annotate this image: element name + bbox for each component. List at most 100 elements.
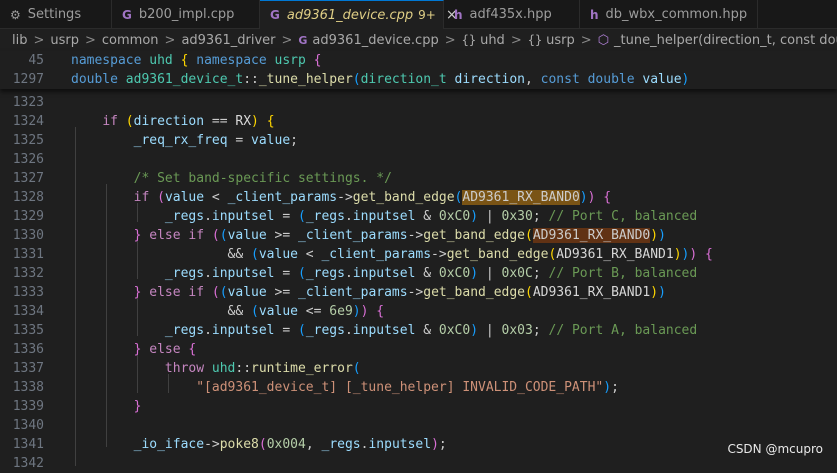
code-line[interactable]: 1340: [0, 416, 837, 435]
tab-settings[interactable]: ⚙ Settings: [0, 0, 112, 29]
breadcrumb-item[interactable]: usrp: [50, 33, 79, 48]
breadcrumb: lib > usrp > common > ad9361_driver > G …: [0, 29, 837, 51]
code-token: _regs: [164, 323, 205, 338]
breadcrumb-namespace-uhd[interactable]: uhd: [480, 33, 505, 48]
breadcrumb-item[interactable]: ad9361_driver: [181, 33, 275, 48]
code-token: ==: [204, 114, 236, 129]
code-token: _regs: [305, 266, 345, 281]
breadcrumb-function[interactable]: _tune_helper(direction_t, const double): [614, 33, 837, 48]
line-number: 1328: [12, 190, 44, 205]
code-line[interactable]: 1325 _req_rx_freq = value;: [0, 131, 837, 150]
code-line[interactable]: 1337 throw uhd::runtime_error(: [0, 359, 837, 378]
breadcrumb-item[interactable]: lib: [12, 33, 27, 48]
chevron-right-icon: >: [33, 32, 45, 48]
line-number: 45: [28, 53, 44, 68]
code-token: =: [274, 209, 298, 224]
code-token: {: [313, 53, 322, 68]
method-icon: ⬡: [597, 32, 610, 48]
code-token: inputsel: [368, 437, 432, 452]
code-line[interactable]: 1327 /* Set band-specific settings. */: [0, 169, 837, 188]
tab-adf435x[interactable]: h adf435x.hpp: [444, 0, 580, 29]
code-line[interactable]: 1329 _regs.inputsel = (_regs.inputsel & …: [0, 207, 837, 226]
code-line[interactable]: 1332 _regs.inputsel = (_regs.inputsel & …: [0, 264, 837, 283]
code-token: uhd: [211, 361, 236, 376]
code-token: .: [204, 209, 212, 224]
code-token: const: [540, 72, 580, 87]
code-token: ;: [611, 380, 619, 395]
code-token: // Port C, balanced: [548, 209, 698, 224]
code-token: &&: [71, 304, 252, 319]
code-token: value: [164, 190, 205, 205]
code-token: 0xC0: [438, 323, 471, 338]
tab-b200-impl[interactable]: G b200_impl.cpp: [112, 0, 260, 29]
line-number: 1336: [12, 342, 44, 357]
code-line[interactable]: 1328 if (value < _client_params->get_ban…: [0, 188, 837, 207]
code-token: {: [266, 114, 275, 129]
breadcrumb-file[interactable]: ad9361_device.cpp: [312, 33, 438, 48]
code-token: (: [219, 285, 228, 300]
indent-guide: [137, 355, 138, 393]
code-token: else: [149, 285, 181, 300]
sticky-code-line[interactable]: 1297 double ad9361_device_t::_tune_helper…: [0, 70, 837, 89]
code-line[interactable]: 1333 } else if ((value >= _client_params…: [0, 283, 837, 302]
code-token: .: [344, 266, 353, 281]
breadcrumb-item[interactable]: common: [102, 33, 159, 48]
code-token: ->: [407, 228, 424, 243]
tab-ad9361-device[interactable]: G ad9361_device.cpp 9+ ×: [260, 0, 458, 29]
tab-db-wbx-common[interactable]: h db_wbx_common.hpp: [580, 0, 758, 29]
code-token: ::: [243, 72, 259, 87]
code-token: .: [344, 209, 353, 224]
code-token: ->: [204, 437, 220, 452]
line-number: 1342: [12, 456, 44, 471]
line-number: 1337: [12, 361, 44, 376]
code-token: inputsel: [352, 209, 416, 224]
code-token: (: [525, 228, 533, 243]
code-token: ;: [290, 133, 298, 148]
code-line[interactable]: 1331 && (value < _client_params->get_ban…: [0, 245, 837, 264]
code-token: get_band_edge: [446, 247, 549, 262]
code-token: &: [415, 266, 439, 281]
code-token: ): [650, 285, 659, 300]
code-token: {: [376, 304, 385, 319]
code-line[interactable]: 1324 if (direction == RX) {: [0, 112, 837, 131]
code-line[interactable]: 1326: [0, 150, 837, 169]
breadcrumb-namespace-usrp[interactable]: usrp: [546, 33, 575, 48]
code-token: ): [658, 228, 666, 243]
sticky-code-line[interactable]: 45 namespace uhd { namespace usrp {: [0, 51, 837, 70]
code-line[interactable]: 1338 "[ad9361_device_t] [_tune_helper] I…: [0, 378, 837, 397]
code-text: } else {: [71, 340, 197, 359]
code-text: && (value <= 6e9)) {: [71, 302, 385, 321]
indent-guide: [106, 184, 107, 447]
line-number: 1334: [12, 304, 44, 319]
code-token: <: [204, 190, 228, 205]
code-token: inputsel: [211, 209, 275, 224]
code-token: // Port B, balanced: [548, 266, 698, 281]
code-token: =: [274, 266, 298, 281]
code-token: _client_params: [298, 228, 408, 243]
code-line[interactable]: 1334 && (value <= 6e9)) {: [0, 302, 837, 321]
code-line[interactable]: 1330 } else if ((value >= _client_params…: [0, 226, 837, 245]
code-line[interactable]: 1342: [0, 454, 837, 473]
chevron-right-icon: >: [164, 32, 176, 48]
line-number: 1332: [12, 266, 44, 281]
code-token: ): [673, 247, 682, 262]
code-token: 0xC0: [438, 266, 471, 281]
code-text: /* Set band-specific settings. */: [71, 169, 392, 188]
code-line[interactable]: 1339 }: [0, 397, 837, 416]
code-line[interactable]: 1336 } else {: [0, 340, 837, 359]
code-line[interactable]: 1341 _io_iface->poke8(0x004, _regs.input…: [0, 435, 837, 454]
indent-guide: [75, 127, 76, 466]
code-token: .: [204, 266, 212, 281]
cpp-file-icon: G: [270, 8, 280, 22]
code-editor[interactable]: 45 namespace uhd { namespace usrp {1297 do…: [0, 51, 837, 471]
code-text: && (value < _client_params->get_band_edg…: [71, 245, 713, 264]
sticky-scroll-header[interactable]: 45 namespace uhd { namespace usrp {1297 do…: [0, 51, 837, 89]
code-line[interactable]: 1323: [0, 93, 837, 112]
code-token: (: [298, 209, 306, 224]
code-token: _regs: [321, 437, 361, 452]
editor-tab-bar: ⚙ Settings G b200_impl.cpp G ad9361_devi…: [0, 0, 837, 29]
code-line[interactable]: 1335 _regs.inputsel = (_regs.inputsel & …: [0, 321, 837, 340]
code-token: double: [587, 72, 635, 87]
